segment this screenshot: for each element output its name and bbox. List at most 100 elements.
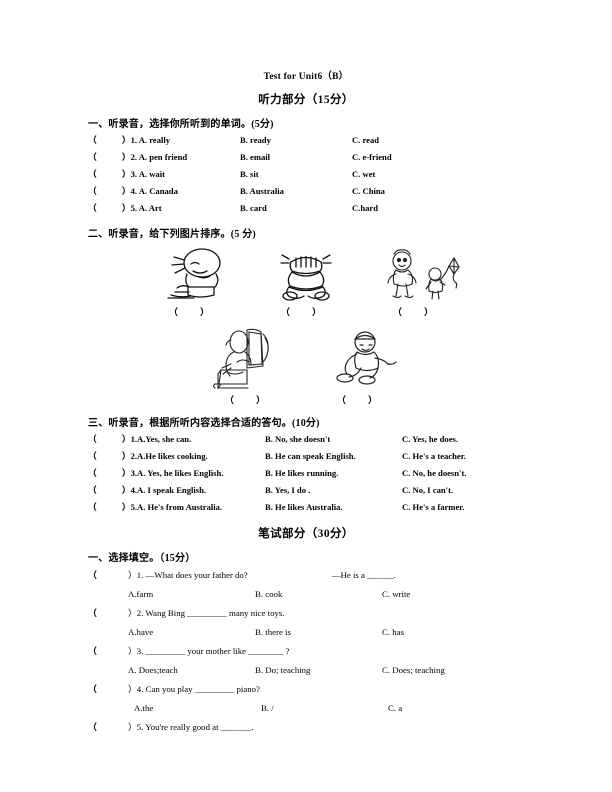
listening-section-1-heading: 一、听录音，选择你所听到的单词。(5分)	[88, 119, 274, 130]
question-stem: ）2. Wang Bing _________ many nice toys.	[128, 608, 285, 618]
question-row: （ ）1. A. really B. ready C. read	[88, 132, 612, 149]
answer-bracket[interactable]: （	[88, 566, 128, 585]
written-part-title: 笔试部分（30分）	[258, 528, 354, 540]
question-stem: ）5. You're really good at _______.	[128, 722, 254, 732]
option-c[interactable]: C. No, I can't.	[402, 482, 453, 499]
picture-answer-bracket[interactable]: （ ）	[250, 305, 362, 318]
option-c[interactable]: C. Does; teaching	[382, 661, 445, 680]
picture-row-1: （ ） （ ） （ ）	[0, 244, 612, 318]
question-row: （ ）5. A. Art B. card C.hard	[88, 200, 612, 217]
answer-bracket[interactable]: （	[88, 149, 122, 166]
question-row: （ ）2. Wang Bing _________ many nice toys…	[88, 604, 612, 623]
option-a[interactable]: ）4. A. Canada	[122, 183, 240, 200]
option-group: A. Does;teach B. Do; teaching C. Does; t…	[128, 661, 612, 680]
answer-bracket[interactable]: （	[88, 183, 122, 200]
option-b[interactable]: B. Yes, I do .	[265, 482, 402, 499]
answer-bracket[interactable]: （	[88, 718, 128, 737]
picture-ordering-block: （ ） （ ） （ ） （ ） （ ）	[0, 244, 612, 406]
option-b[interactable]: B. He likes running.	[265, 465, 402, 482]
option-a[interactable]: ）5. A. Art	[122, 200, 240, 217]
question-row: （ ）3. A. wait B. sit C. wet	[88, 166, 612, 183]
option-b[interactable]: B. He likes Australia.	[265, 499, 402, 516]
listening-part-title: 听力部分（15分）	[258, 94, 354, 106]
answer-bracket[interactable]: （	[88, 642, 128, 661]
option-c[interactable]: C. write	[382, 585, 410, 604]
answer-bracket[interactable]: （	[88, 499, 122, 516]
answer-bracket[interactable]: （	[88, 431, 122, 448]
child-sitting-drawing	[250, 244, 362, 302]
option-b[interactable]: B. No, she doesn't	[265, 431, 402, 448]
picture-answer-bracket[interactable]: （ ）	[138, 305, 250, 318]
question-row: （ ）2. A. pen friend B. email C. e-friend	[88, 149, 612, 166]
option-b[interactable]: B. Do; teaching	[255, 661, 382, 680]
question-stem-answer: —He is a ______.	[331, 570, 396, 580]
question-row: （ ）5.A. He's from Australia. B. He likes…	[88, 499, 612, 516]
question-row: （ ）4. A. Canada B. Australia C. China	[88, 183, 612, 200]
option-c[interactable]: C. a	[388, 699, 402, 718]
option-c[interactable]: C.hard	[352, 200, 378, 217]
option-a[interactable]: ）1. A. really	[122, 132, 240, 149]
question-stem: ）1. —What does your father do?	[128, 570, 248, 580]
written-section-1-questions: （ ）1. —What does your father do? —He is …	[0, 566, 612, 737]
picture-answer-bracket[interactable]: （ ）	[362, 305, 474, 318]
option-c[interactable]: C. e-friend	[352, 149, 392, 166]
answer-bracket[interactable]: （	[88, 166, 122, 183]
option-c[interactable]: C. has	[382, 623, 404, 642]
option-c[interactable]: C. No, he doesn't.	[402, 465, 466, 482]
answer-bracket[interactable]: （	[88, 132, 122, 149]
answer-bracket[interactable]: （	[88, 680, 128, 699]
question-row: （ ）1.A.Yes, she can. B. No, she doesn't …	[88, 431, 612, 448]
question-stem: ）3. _________ your mother like ________ …	[128, 646, 290, 656]
option-a[interactable]: ）2. A. pen friend	[122, 149, 240, 166]
option-b[interactable]: B. He can speak English.	[265, 448, 402, 465]
option-b[interactable]: B. there is	[255, 623, 382, 642]
boy-running-drawing	[306, 324, 418, 390]
listening-section-2-heading: 二、听录音，给下列图片排序。(5 分)	[88, 229, 256, 240]
answer-bracket[interactable]: （	[88, 448, 122, 465]
answer-bracket[interactable]: （	[88, 604, 128, 623]
option-group: A.have B. there is C. has	[128, 623, 612, 642]
answer-bracket[interactable]: （	[88, 482, 122, 499]
option-group: A.the B. / C. a	[128, 699, 612, 718]
picture-cell: （ ）	[138, 244, 250, 318]
option-a[interactable]: A. Does;teach	[128, 661, 255, 680]
option-b[interactable]: B. /	[261, 699, 388, 718]
option-a[interactable]: A.the	[128, 699, 261, 718]
option-b[interactable]: B. cook	[255, 585, 382, 604]
picture-row-2: （ ） （ ）	[0, 324, 612, 406]
option-b[interactable]: B. email	[240, 149, 352, 166]
option-c[interactable]: C. China	[352, 183, 385, 200]
option-group: A.farm B. cook C. write	[128, 585, 612, 604]
page-title: Test for Unit6（B）	[263, 72, 349, 82]
option-a[interactable]: A.farm	[128, 585, 255, 604]
question-row: （ ）3. _________ your mother like _______…	[88, 642, 612, 661]
picture-cell: （ ）	[194, 324, 306, 406]
picture-answer-bracket[interactable]: （ ）	[194, 393, 306, 406]
option-a[interactable]: A.have	[128, 623, 255, 642]
listening-section-3-heading: 三、听录音，根据所听内容选择合适的答句。(10分)	[88, 418, 320, 429]
option-a[interactable]: ）2.A.He likes cooking.	[122, 448, 265, 465]
picture-cell: （ ）	[306, 324, 418, 406]
question-row: （ ）3.A. Yes, he likes English. B. He lik…	[88, 465, 612, 482]
answer-bracket[interactable]: （	[88, 200, 122, 217]
option-a[interactable]: ）3.A. Yes, he likes English.	[122, 465, 265, 482]
option-c[interactable]: C. He's a teacher.	[402, 448, 466, 465]
question-row: （ ）2.A.He likes cooking. B. He can speak…	[88, 448, 612, 465]
option-c[interactable]: C. wet	[352, 166, 375, 183]
question-row: （ ）4. Can you play _________ piano?	[88, 680, 612, 699]
option-c[interactable]: C. Yes, he does.	[402, 431, 458, 448]
option-a[interactable]: ）1.A.Yes, she can.	[122, 431, 265, 448]
option-a[interactable]: ）4.A. I speak English.	[122, 482, 265, 499]
option-b[interactable]: B. Australia	[240, 183, 352, 200]
option-b[interactable]: B. card	[240, 200, 352, 217]
picture-answer-bracket[interactable]: （ ）	[306, 393, 418, 406]
answer-bracket[interactable]: （	[88, 465, 122, 482]
question-row: （ ）1. —What does your father do? —He is …	[88, 566, 612, 585]
option-a[interactable]: ）5.A. He's from Australia.	[122, 499, 265, 516]
option-c[interactable]: C. He's a farmer.	[402, 499, 464, 516]
question-row: （ ）5. You're really good at _______.	[88, 718, 612, 737]
option-b[interactable]: B. ready	[240, 132, 352, 149]
option-c[interactable]: C. read	[352, 132, 379, 149]
option-a[interactable]: ）3. A. wait	[122, 166, 240, 183]
option-b[interactable]: B. sit	[240, 166, 352, 183]
